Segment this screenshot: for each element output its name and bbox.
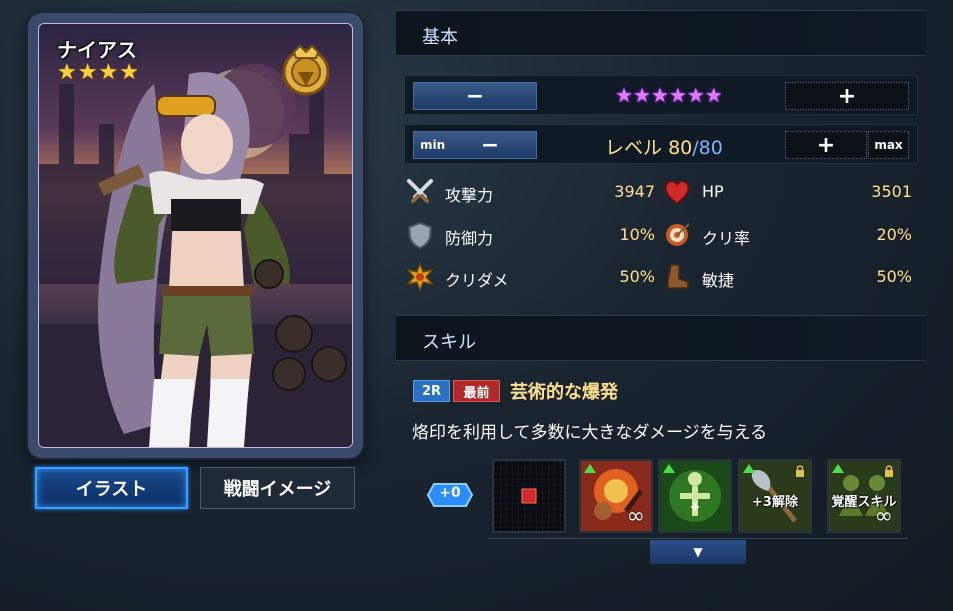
skill-position-badge: 最前 bbox=[453, 380, 500, 402]
rarity-gold-stars: ★ ★ ★ ★ bbox=[57, 62, 139, 84]
skill-section-title: スキル bbox=[422, 332, 476, 353]
level-plus-button[interactable]: + bbox=[785, 131, 867, 159]
level-current: 80 bbox=[668, 137, 693, 159]
skill-slots: ∞ +3解除 覚醒スキル ∞ bbox=[488, 456, 908, 539]
skill-section-header: スキル bbox=[396, 315, 926, 361]
skill-level-badge: +0 bbox=[439, 485, 461, 501]
upgrade-arrow-icon bbox=[832, 464, 844, 473]
target-icon bbox=[666, 223, 690, 246]
stat-crit-damage: クリダメ 50% bbox=[405, 262, 655, 292]
stat-agility-value: 50% bbox=[876, 267, 912, 286]
level-display: レベル 80/80 bbox=[605, 133, 723, 160]
character-name: ナイアス bbox=[57, 38, 137, 62]
stat-crit-rate: クリ率 20% bbox=[662, 220, 912, 250]
stat-crit-rate-value: 20% bbox=[876, 225, 912, 244]
class-crest-icon bbox=[282, 44, 330, 96]
card-artwork-frame: ナイアス ★ ★ ★ ★ bbox=[38, 23, 353, 448]
skill-slot-locked-awaken[interactable]: 覚醒スキル ∞ bbox=[827, 459, 901, 533]
stat-attack-label: 攻撃力 bbox=[445, 186, 494, 205]
stat-attack-value: 3947 bbox=[614, 182, 655, 201]
rarity-plus-button[interactable]: + bbox=[785, 82, 909, 110]
battle-image-button[interactable]: 戦闘イメージ bbox=[200, 467, 355, 509]
gold-star-icon: ★ bbox=[77, 60, 98, 85]
stat-agility: 敏捷 50% bbox=[662, 262, 912, 292]
basic-section-header: 基本 bbox=[396, 10, 926, 56]
heart-icon bbox=[665, 180, 689, 204]
skill-slot-empty[interactable] bbox=[492, 459, 566, 533]
skill-slot-explosion[interactable]: ∞ bbox=[579, 459, 653, 533]
stat-agility-label: 敏捷 bbox=[702, 271, 735, 290]
lock-icon bbox=[796, 465, 804, 477]
unlock-slot-label: +3解除 bbox=[752, 495, 798, 510]
illustration-button[interactable]: イラスト bbox=[35, 467, 188, 509]
rarity-minus-button[interactable]: − bbox=[413, 82, 537, 110]
character-card: ナイアス ★ ★ ★ ★ bbox=[28, 13, 363, 458]
burst-icon bbox=[405, 262, 435, 292]
level-max: /80 bbox=[692, 137, 723, 159]
upgrade-arrow-icon bbox=[584, 464, 596, 473]
lock-icon bbox=[885, 465, 893, 477]
purple-star-icon: ★ bbox=[668, 83, 687, 107]
shield-icon bbox=[407, 221, 433, 250]
purple-star-icon: ★ bbox=[650, 83, 669, 107]
stat-hp: HP 3501 bbox=[662, 177, 912, 207]
skill-slot-buff[interactable] bbox=[658, 459, 732, 533]
rarity-purple-stars: ★ ★ ★ ★ ★ ★ bbox=[615, 84, 723, 106]
skill-cooldown-badge: 2R bbox=[413, 380, 450, 402]
gold-star-icon: ★ bbox=[57, 60, 77, 85]
rarity-row: − ★ ★ ★ ★ ★ ★ + bbox=[404, 75, 918, 115]
boot-icon bbox=[667, 264, 689, 289]
basic-section-title: 基本 bbox=[422, 27, 458, 48]
infinity-icon: ∞ bbox=[626, 504, 645, 529]
purple-star-icon: ★ bbox=[615, 83, 633, 107]
level-label: レベル bbox=[605, 137, 663, 159]
crossed-swords-icon bbox=[407, 179, 433, 203]
stat-defense: 防御力 10% bbox=[405, 220, 655, 250]
gold-star-icon: ★ bbox=[98, 60, 119, 85]
expand-skills-button[interactable]: ▼ bbox=[650, 540, 746, 564]
skill-description: 烙印を利用して多数に大きなダメージを与える bbox=[412, 423, 768, 443]
chevron-down-icon: ▼ bbox=[693, 545, 703, 559]
skill-slot-locked-unlock[interactable]: +3解除 bbox=[738, 459, 812, 533]
level-minus-button[interactable]: min − bbox=[413, 131, 537, 159]
stat-crit-damage-value: 50% bbox=[619, 267, 655, 286]
level-min-label: min bbox=[420, 138, 446, 152]
stat-hp-value: 3501 bbox=[871, 182, 912, 201]
stat-defense-value: 10% bbox=[619, 225, 655, 244]
level-max-button[interactable]: max bbox=[868, 131, 909, 159]
stat-crit-rate-label: クリ率 bbox=[702, 229, 751, 248]
stat-attack: 攻撃力 3947 bbox=[405, 177, 655, 207]
gold-star-icon: ★ bbox=[119, 60, 139, 85]
skill-name: 芸術的な爆発 bbox=[510, 382, 618, 403]
stat-defense-label: 防御力 bbox=[445, 229, 494, 248]
infinity-icon: ∞ bbox=[874, 504, 893, 529]
purple-star-icon: ★ bbox=[686, 83, 705, 107]
level-row: min − レベル 80/80 + max bbox=[404, 124, 918, 164]
stat-crit-damage-label: クリダメ bbox=[445, 271, 509, 290]
upgrade-arrow-icon bbox=[743, 464, 755, 473]
purple-star-icon: ★ bbox=[632, 83, 651, 107]
upgrade-arrow-icon bbox=[663, 464, 675, 473]
stat-hp-label: HP bbox=[702, 182, 724, 201]
empty-slot-icon bbox=[494, 461, 564, 531]
level-minus-glyph: − bbox=[480, 132, 500, 158]
purple-star-icon: ★ bbox=[704, 83, 723, 107]
